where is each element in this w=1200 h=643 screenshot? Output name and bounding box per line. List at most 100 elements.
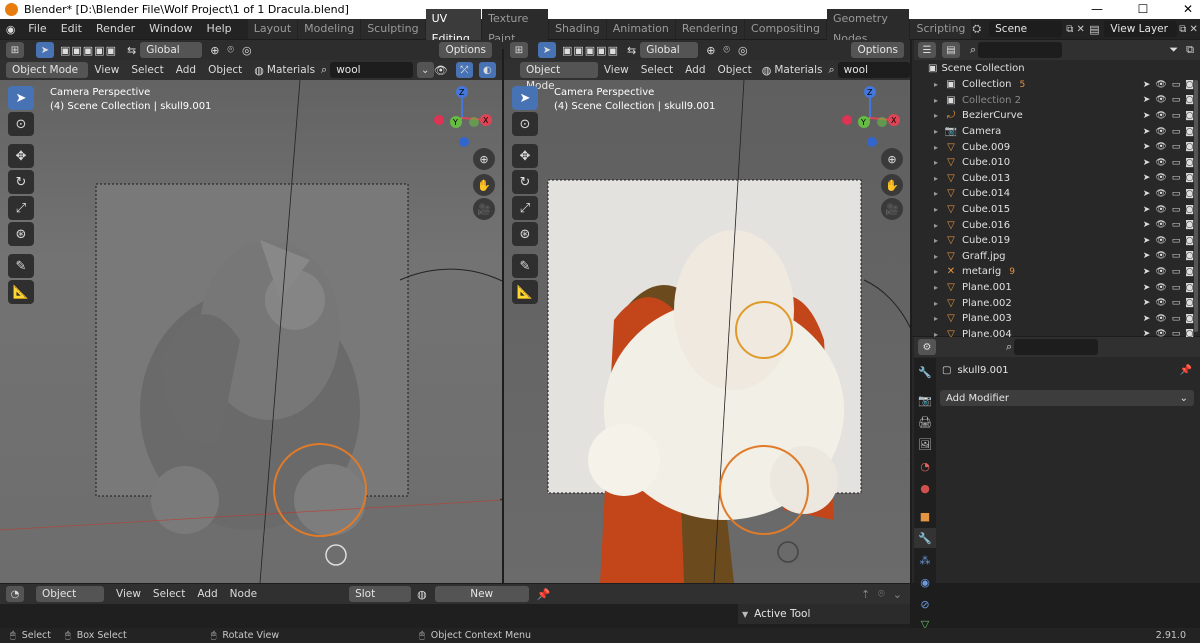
outliner-item-label[interactable]: Plane.003	[962, 313, 1012, 324]
active-tool-panel[interactable]: ▼ Active Tool	[738, 604, 910, 624]
menu-node[interactable]: Node	[224, 584, 263, 604]
expand-triangle-icon[interactable]: ▸	[934, 158, 944, 167]
chevron-down-icon[interactable]: ⌄	[416, 62, 434, 78]
monitor-icon[interactable]: ▭	[1172, 251, 1181, 261]
pin-icon[interactable]: 📌	[537, 588, 551, 601]
outliner-item-label[interactable]: Collection 2	[962, 95, 1021, 106]
outliner-scrollbar[interactable]	[1194, 80, 1198, 332]
outliner-row[interactable]: ▸ ▽ Plane.001 ➤ 👁 ▭ ◙	[914, 280, 1200, 296]
row-visibility-icons[interactable]: ➤ 👁 ▭ ◙	[1143, 111, 1194, 121]
outliner-item-label[interactable]: Cube.014	[962, 188, 1010, 199]
outliner-row[interactable]: ▸ ▽ Cube.014 ➤ 👁 ▭ ◙	[914, 186, 1200, 202]
camera-render-icon[interactable]: ◙	[1185, 205, 1194, 215]
select-toggle-icon[interactable]: ➤	[1143, 251, 1151, 261]
gizmo-toggle-icon[interactable]: ⤱	[455, 62, 473, 78]
tab-sculpting[interactable]: Sculpting	[361, 19, 425, 39]
outliner-item-label[interactable]: Collection	[962, 79, 1011, 90]
transform-orientation-dropdown[interactable]: Global	[140, 42, 203, 58]
monitor-icon[interactable]: ▭	[1172, 236, 1181, 246]
view-layer-field[interactable]: View Layer	[1104, 21, 1178, 37]
scene-tab-icon[interactable]: ◔	[914, 456, 936, 476]
expand-triangle-icon[interactable]: ▸	[934, 143, 944, 152]
camera-render-icon[interactable]: ◙	[1185, 314, 1194, 324]
outliner-item-label[interactable]: Graff.jpg	[962, 251, 1006, 262]
row-visibility-icons[interactable]: ➤ 👁 ▭ ◙	[1143, 283, 1194, 293]
select-toggle-icon[interactable]: ➤	[1143, 298, 1151, 308]
render-tab-icon[interactable]: 📷	[914, 390, 936, 410]
eye-icon[interactable]: 👁	[1155, 95, 1166, 105]
row-visibility-icons[interactable]: ➤ 👁 ▭ ◙	[1143, 189, 1194, 199]
new-material-button[interactable]: New	[434, 586, 529, 602]
monitor-icon[interactable]: ▭	[1172, 298, 1181, 308]
expand-triangle-icon[interactable]: ▸	[934, 189, 944, 198]
select-tool-icon[interactable]: ➤	[538, 42, 556, 58]
output-tab-icon[interactable]: 🖨	[914, 412, 936, 432]
monitor-icon[interactable]: ▭	[1172, 95, 1181, 105]
select-toggle-icon[interactable]: ➤	[1143, 127, 1151, 137]
camera-render-icon[interactable]: ◙	[1185, 283, 1194, 293]
expand-triangle-icon[interactable]: ▸	[934, 96, 944, 105]
eye-icon[interactable]: 👁	[1155, 142, 1166, 152]
eye-icon[interactable]: 👁	[1155, 283, 1166, 293]
camera-render-icon[interactable]: ◙	[1185, 95, 1194, 105]
proportional-icon[interactable]: ◎	[242, 44, 252, 57]
view-layer-new-icon[interactable]: ⧉ ✕	[1177, 24, 1200, 35]
outliner-item-label[interactable]: Cube.010	[962, 157, 1010, 168]
camera-render-icon[interactable]: ◙	[1185, 298, 1194, 308]
monitor-icon[interactable]: ▭	[1172, 173, 1181, 183]
editor-type-icon[interactable]: ⊞	[510, 42, 528, 58]
select-toggle-icon[interactable]: ➤	[1143, 314, 1151, 324]
maximize-button[interactable]: ☐	[1133, 2, 1153, 16]
eye-icon[interactable]: 👁	[1155, 173, 1166, 183]
object-type-dropdown[interactable]: Object	[36, 586, 104, 602]
tab-shading[interactable]: Shading	[549, 19, 606, 39]
outliner-row[interactable]: ▸ ▣ Collection 2 ➤ 👁 ▭ ◙	[914, 93, 1200, 109]
properties-search-input[interactable]	[1014, 339, 1099, 355]
tab-rendering[interactable]: Rendering	[675, 19, 745, 39]
monitor-icon[interactable]: ▭	[1172, 142, 1181, 152]
world-tab-icon[interactable]: ●	[914, 478, 936, 498]
outliner-row[interactable]: ▸ ▽ Plane.002 ➤ 👁 ▭ ◙	[914, 295, 1200, 311]
menu-render[interactable]: Render	[89, 19, 142, 39]
monitor-icon[interactable]: ▭	[1172, 314, 1181, 324]
row-visibility-icons[interactable]: ➤ 👁 ▭ ◙	[1143, 298, 1194, 308]
outliner-item-label[interactable]: Plane.002	[962, 298, 1012, 309]
expand-triangle-icon[interactable]: ▸	[934, 80, 944, 89]
material-browse-icon[interactable]: ◍	[417, 588, 427, 601]
outliner-row[interactable]: ▸ 📷 Camera ➤ 👁 ▭ ◙	[914, 124, 1200, 140]
eye-icon[interactable]: 👁	[1155, 314, 1166, 324]
viewport-left[interactable]: ⊞ ➤ ▣▣▣▣▣ ⇆ Global ⊕ ⌾ ◎ Options Object …	[0, 40, 502, 583]
editor-type-icon[interactable]: ☰	[918, 42, 936, 58]
outliner-row[interactable]: ▸ ▽ Cube.010 ➤ 👁 ▭ ◙	[914, 155, 1200, 171]
eye-icon[interactable]: 👁	[1155, 267, 1166, 277]
tab-layout[interactable]: Layout	[247, 19, 298, 39]
menu-help[interactable]: Help	[200, 19, 239, 39]
row-visibility-icons[interactable]: ➤ 👁 ▭ ◙	[1143, 158, 1194, 168]
tool-tab-icon[interactable]: 🔧	[914, 362, 936, 382]
outliner-item-label[interactable]: Cube.019	[962, 235, 1010, 246]
row-visibility-icons[interactable]: ➤ 👁 ▭ ◙	[1143, 205, 1194, 215]
tab-scripting[interactable]: Scripting	[910, 19, 972, 39]
monitor-icon[interactable]: ▭	[1172, 267, 1181, 277]
expand-triangle-icon[interactable]: ▸	[934, 267, 944, 276]
camera-render-icon[interactable]: ◙	[1185, 142, 1194, 152]
eye-icon[interactable]: 👁	[1155, 298, 1166, 308]
monitor-icon[interactable]: ▭	[1172, 283, 1181, 293]
row-visibility-icons[interactable]: ➤ 👁 ▭ ◙	[1143, 236, 1194, 246]
eye-icon[interactable]: 👁	[1155, 80, 1166, 90]
menu-add[interactable]: Add	[170, 60, 202, 80]
eye-icon[interactable]: 👁	[1155, 189, 1166, 199]
particles-tab-icon[interactable]: ⁂	[914, 550, 936, 570]
backdrop-icon[interactable]: ⇡	[861, 588, 870, 601]
blender-menu-icon[interactable]: ◉	[0, 23, 21, 36]
proportional-icon[interactable]: ◎	[738, 44, 748, 57]
outliner-item-label[interactable]: Cube.009	[962, 142, 1010, 153]
outliner-row[interactable]: ▸ ▽ Cube.015 ➤ 👁 ▭ ◙	[914, 202, 1200, 218]
snap-icon[interactable]: ⌾	[878, 587, 885, 601]
select-toggle-icon[interactable]: ➤	[1143, 80, 1151, 90]
add-modifier-dropdown[interactable]: Add Modifier ⌄	[940, 390, 1194, 406]
slot-dropdown[interactable]: Slot	[349, 586, 412, 602]
monitor-icon[interactable]: ▭	[1172, 158, 1181, 168]
row-visibility-icons[interactable]: ➤ 👁 ▭ ◙	[1143, 80, 1194, 90]
expand-triangle-icon[interactable]: ▸	[934, 283, 944, 292]
